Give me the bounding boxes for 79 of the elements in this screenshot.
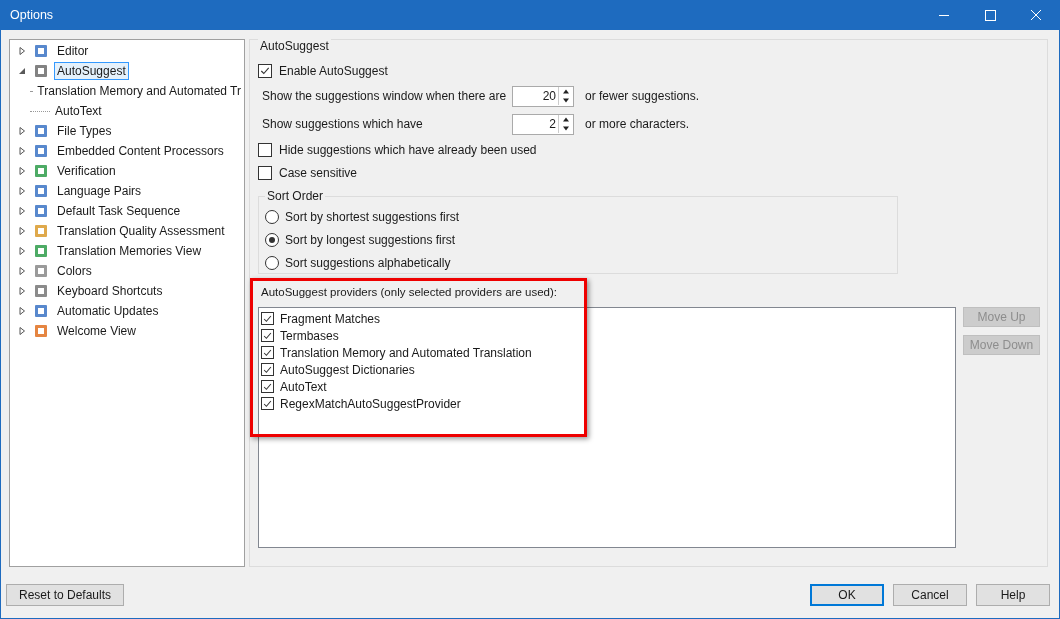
checkbox[interactable] xyxy=(258,63,272,78)
tree-item[interactable]: Verification xyxy=(54,162,119,180)
group-title: AutoSuggest xyxy=(258,39,331,53)
item-icon xyxy=(33,323,49,339)
list-title: AutoSuggest providers (only selected providers are used): xyxy=(260,285,558,300)
checkbox[interactable] xyxy=(261,312,274,325)
radio-button[interactable] xyxy=(265,209,279,224)
tree-item[interactable]: Translation Memories View xyxy=(54,242,205,260)
provider-label: RegexMatchAutoSuggestProvider xyxy=(280,396,461,411)
checkbox[interactable] xyxy=(261,380,274,393)
expand-icon[interactable] xyxy=(17,286,27,296)
item-icon xyxy=(33,283,49,299)
tree-item[interactable]: Automatic Updates xyxy=(54,302,162,320)
item-icon xyxy=(33,143,49,159)
checkbox[interactable] xyxy=(261,363,274,376)
radio-label: Sort by longest suggestions first xyxy=(285,232,456,247)
item-icon xyxy=(33,263,49,279)
tree-item[interactable]: Language Pairs xyxy=(54,182,145,200)
expand-icon[interactable] xyxy=(17,266,27,276)
radio-button[interactable] xyxy=(265,232,279,247)
item-icon xyxy=(33,63,49,79)
tree-item[interactable]: File Types xyxy=(54,122,115,140)
expand-icon[interactable] xyxy=(17,46,27,56)
field-label: Show suggestions which have xyxy=(261,117,424,131)
item-icon xyxy=(33,243,49,259)
field-suffix: or fewer suggestions. xyxy=(585,89,700,103)
provider-label: Translation Memory and Automated Translation xyxy=(280,345,532,360)
number-field[interactable]: 2 xyxy=(512,113,574,135)
window-title: Options xyxy=(9,8,54,22)
item-icon xyxy=(33,183,49,199)
expand-icon[interactable] xyxy=(17,206,27,216)
number-field[interactable]: 20 xyxy=(512,85,574,107)
expand-icon[interactable] xyxy=(17,246,27,256)
radio-label: Sort by shortest suggestions first xyxy=(285,209,460,224)
checkbox[interactable] xyxy=(258,165,272,180)
tree-item[interactable]: Colors xyxy=(54,262,95,280)
provider-label: AutoSuggest Dictionaries xyxy=(280,362,415,377)
collapse-icon[interactable] xyxy=(17,66,27,76)
item-icon xyxy=(33,163,49,179)
checkbox[interactable] xyxy=(261,329,274,342)
tree-item[interactable]: AutoText xyxy=(52,102,105,120)
item-icon xyxy=(33,223,49,239)
tree-item[interactable]: Default Task Sequence xyxy=(54,202,184,220)
expand-icon[interactable] xyxy=(17,226,27,236)
checkbox-label: Hide suggestions which have already been used xyxy=(279,142,537,157)
expand-icon[interactable] xyxy=(17,306,27,316)
provider-label: AutoText xyxy=(280,379,327,394)
checkbox[interactable] xyxy=(261,397,274,410)
provider-label: Termbases xyxy=(280,328,339,343)
group-title: Sort Order xyxy=(265,189,325,203)
expand-icon[interactable] xyxy=(17,126,27,136)
field-label: Show the suggestions window when there are xyxy=(261,89,508,103)
expand-icon[interactable] xyxy=(17,186,27,196)
dialog-button[interactable]: Cancel xyxy=(893,584,967,606)
item-icon xyxy=(33,123,49,139)
provider-label: Fragment Matches xyxy=(280,311,381,326)
item-icon xyxy=(33,43,49,59)
field-suffix: or more characters. xyxy=(585,117,690,131)
expand-icon[interactable] xyxy=(17,146,27,156)
tree-item[interactable]: Embedded Content Processors xyxy=(54,142,227,160)
reset-button[interactable]: Reset to Defaults xyxy=(6,584,125,606)
tree-item[interactable]: AutoSuggest xyxy=(54,62,129,80)
item-icon xyxy=(33,203,49,219)
radio-label: Sort suggestions alphabetically xyxy=(285,255,451,270)
checkbox-label: Enable AutoSuggest xyxy=(279,63,388,78)
dialog-button[interactable]: Help xyxy=(976,584,1050,606)
tree-item[interactable]: Translation Memory and Automated Tr xyxy=(34,82,244,100)
tree-item[interactable]: Keyboard Shortcuts xyxy=(54,282,166,300)
checkbox[interactable] xyxy=(261,346,274,359)
tree-item[interactable]: Welcome View xyxy=(54,322,139,340)
checkbox[interactable] xyxy=(258,142,272,157)
tree-item[interactable]: Translation Quality Assessment xyxy=(54,222,228,240)
dialog-button[interactable]: OK xyxy=(810,584,884,606)
tree-item[interactable]: Editor xyxy=(54,42,92,60)
expand-icon[interactable] xyxy=(17,326,27,336)
expand-icon[interactable] xyxy=(17,166,27,176)
radio-button[interactable] xyxy=(265,255,279,270)
item-icon xyxy=(33,303,49,319)
checkbox-label: Case sensitive xyxy=(279,165,358,180)
